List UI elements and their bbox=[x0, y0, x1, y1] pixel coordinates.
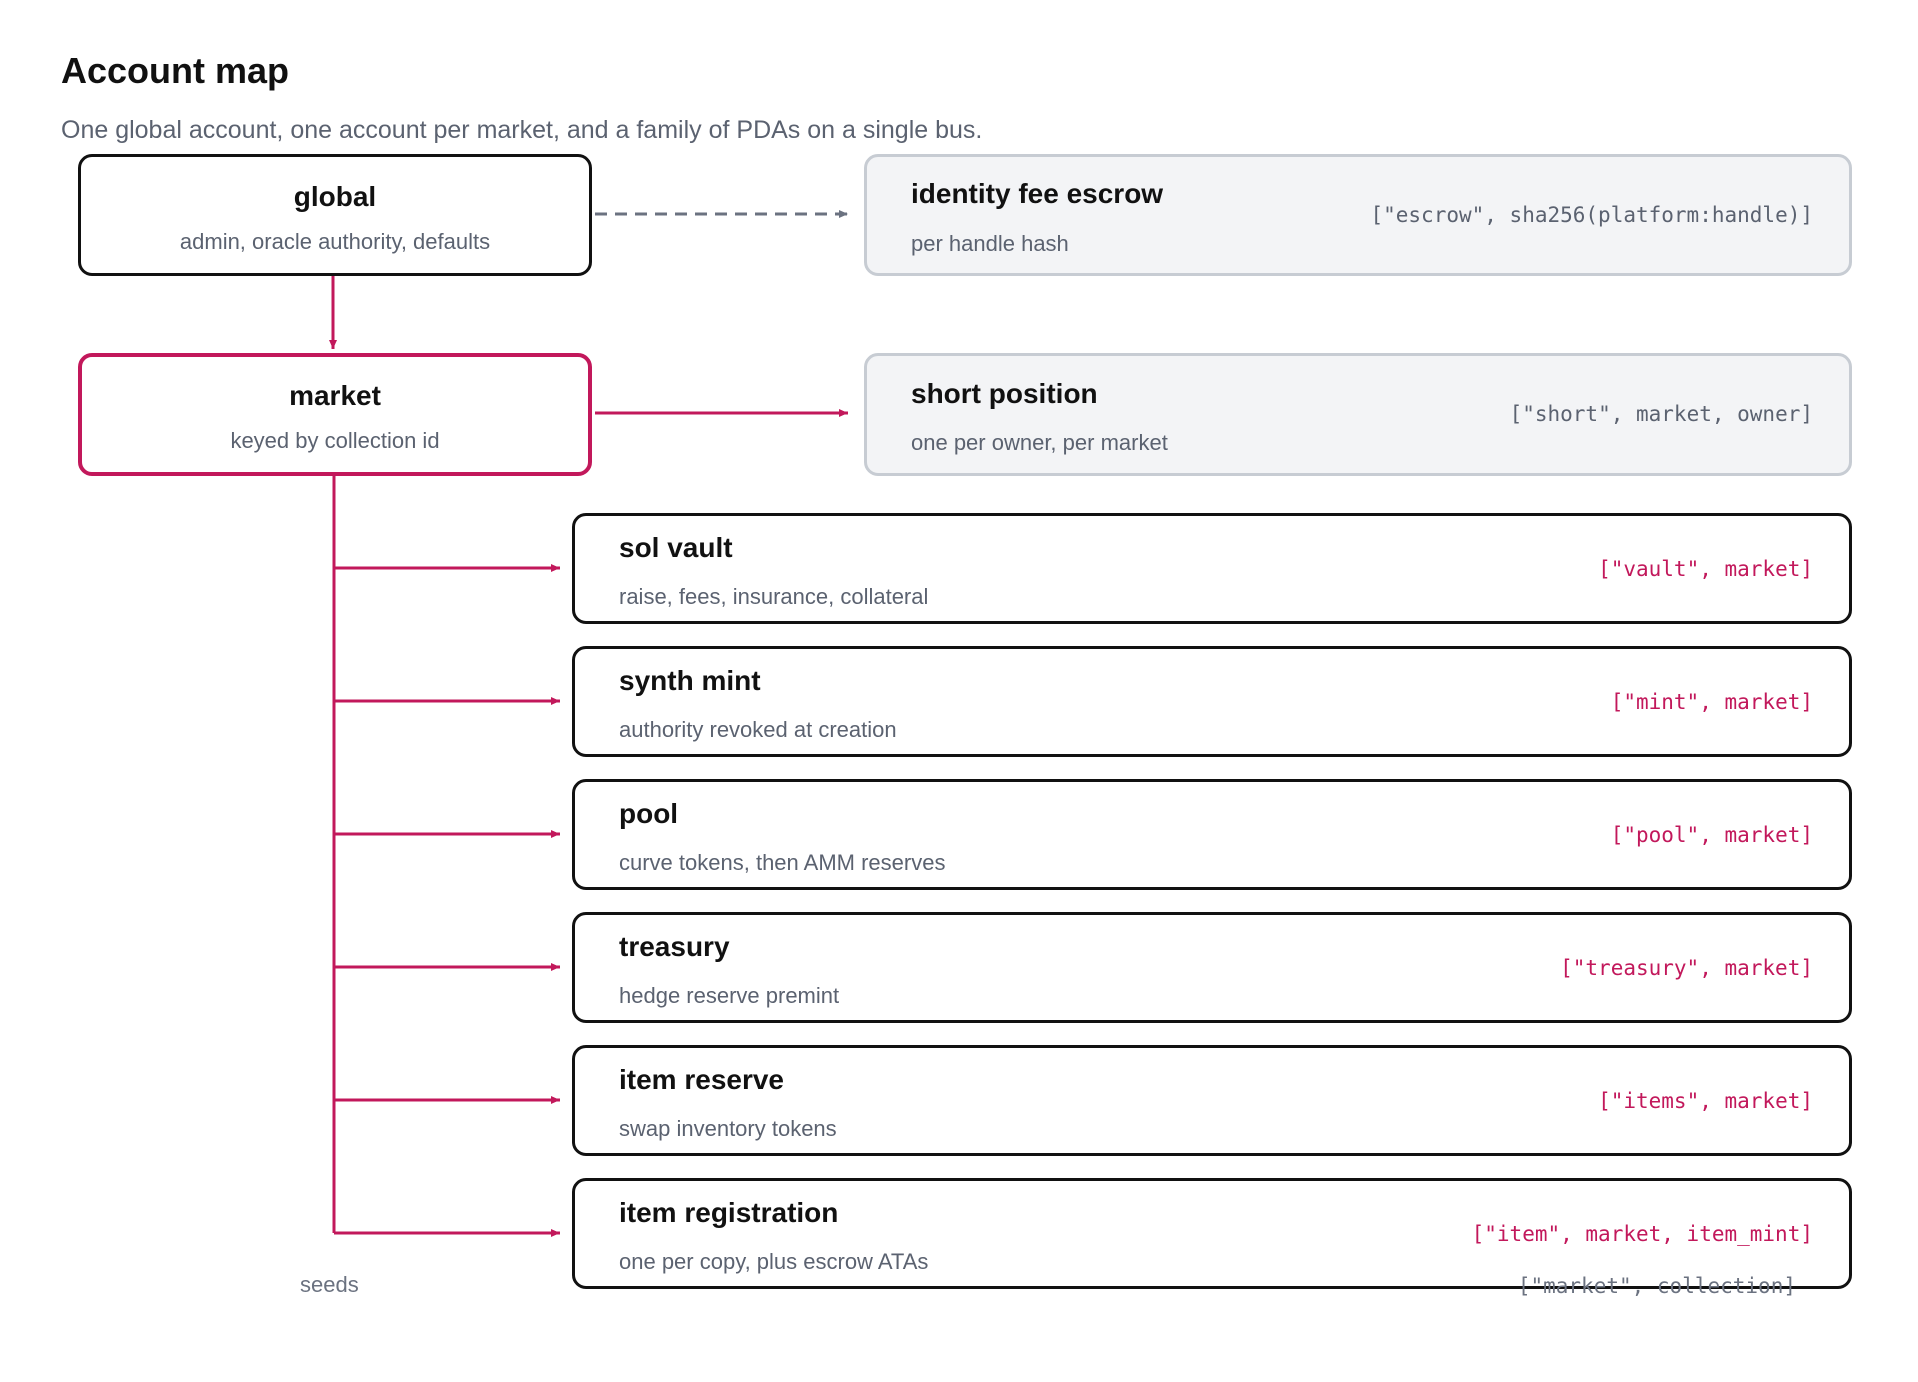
market-title: market bbox=[289, 380, 381, 411]
item-reserve-subtitle: swap inventory tokens bbox=[619, 1116, 837, 1141]
market-node: market keyed by collection id bbox=[78, 353, 592, 476]
treasury-title: treasury bbox=[619, 931, 730, 962]
short-position-subtitle: one per owner, per market bbox=[911, 430, 1168, 455]
item-registration-title: item registration bbox=[619, 1197, 839, 1228]
item-reserve-seed: ["items", market] bbox=[1598, 1089, 1813, 1113]
synth-mint-title: synth mint bbox=[619, 665, 761, 696]
identity-fee-escrow-node: identity fee escrow per handle hash ["es… bbox=[864, 154, 1852, 276]
synth-mint-subtitle: authority revoked at creation bbox=[619, 717, 897, 742]
synth-mint-node: synth mint authority revoked at creation… bbox=[572, 646, 1852, 757]
global-subtitle: admin, oracle authority, defaults bbox=[179, 229, 491, 254]
identity-fee-escrow-title: identity fee escrow bbox=[911, 178, 1164, 209]
sol-vault-title: sol vault bbox=[619, 532, 733, 563]
sol-vault-subtitle: raise, fees, insurance, collateral bbox=[619, 584, 929, 609]
global-node: global admin, oracle authority, defaults bbox=[78, 154, 592, 276]
identity-fee-escrow-seed: ["escrow", sha256(platform:handle)] bbox=[1370, 203, 1813, 227]
sol-vault-seed: ["vault", market] bbox=[1598, 557, 1813, 581]
treasury-node: treasury hedge reserve premint ["treasur… bbox=[572, 912, 1852, 1023]
pool-seed: ["pool", market] bbox=[1610, 823, 1813, 847]
pool-subtitle: curve tokens, then AMM reserves bbox=[619, 850, 946, 875]
item-reserve-node: item reserve swap inventory tokens ["ite… bbox=[572, 1045, 1852, 1156]
treasury-subtitle: hedge reserve premint bbox=[619, 983, 840, 1008]
synth-mint-seed: ["mint", market] bbox=[1610, 690, 1813, 714]
short-position-seed: ["short", market, owner] bbox=[1509, 402, 1813, 426]
pool-node: pool curve tokens, then AMM reserves ["p… bbox=[572, 779, 1852, 890]
identity-fee-escrow-subtitle: per handle hash bbox=[911, 231, 1069, 256]
seeds-label: seeds bbox=[300, 1272, 359, 1297]
market-subtitle: keyed by collection id bbox=[230, 428, 440, 453]
sol-vault-node: sol vault raise, fees, insurance, collat… bbox=[572, 513, 1852, 624]
item-reserve-title: item reserve bbox=[619, 1064, 785, 1095]
item-registration-seed: ["item", market, item_mint] bbox=[1471, 1222, 1813, 1246]
treasury-seed: ["treasury", market] bbox=[1560, 956, 1813, 980]
short-position-node: short position one per owner, per market… bbox=[864, 353, 1852, 476]
short-position-title: short position bbox=[911, 378, 1098, 409]
pool-title: pool bbox=[619, 798, 679, 829]
global-title: global bbox=[293, 181, 377, 212]
market-seed: ["market", collection] bbox=[1517, 1274, 1796, 1298]
item-registration-subtitle: one per copy, plus escrow ATAs bbox=[619, 1249, 929, 1274]
item-registration-node: item registration one per copy, plus esc… bbox=[572, 1178, 1852, 1289]
